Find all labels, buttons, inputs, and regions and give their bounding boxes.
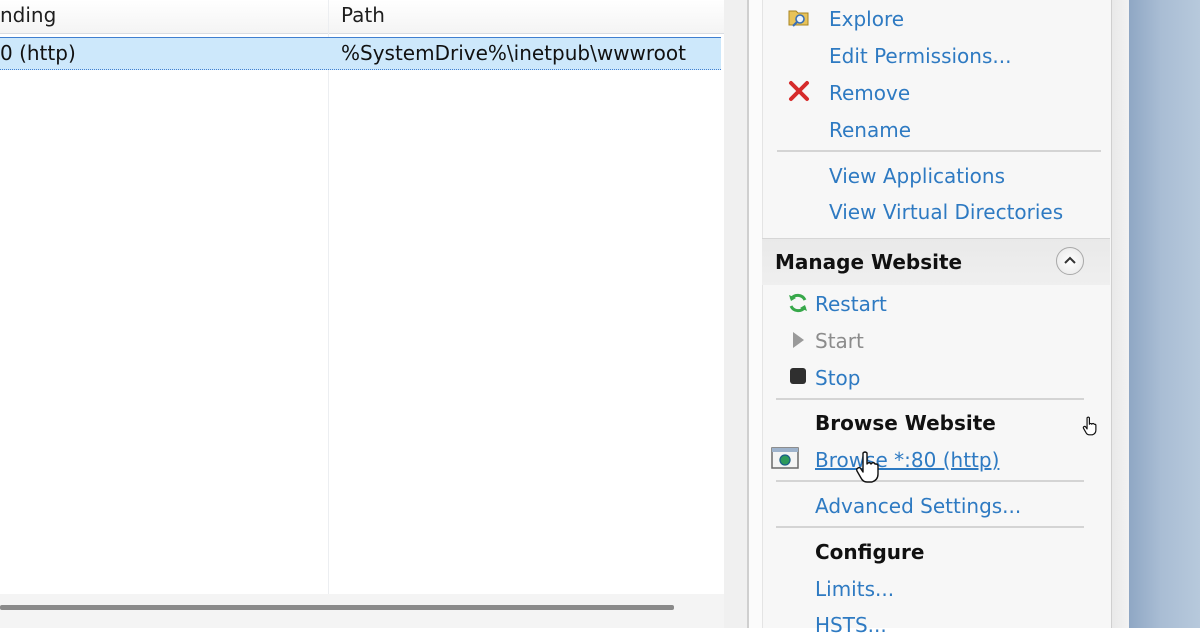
actions-divider bbox=[776, 480, 1084, 482]
advanced-settings-action[interactable]: Advanced Settings... bbox=[815, 493, 1021, 519]
red-x-icon bbox=[789, 81, 809, 101]
column-header-path[interactable]: Path bbox=[341, 0, 385, 33]
actions-divider bbox=[776, 526, 1084, 528]
stop-action[interactable]: Stop bbox=[815, 365, 860, 391]
table-row-selected[interactable]: 0 (http) %SystemDrive%\inetpub\wwwroot bbox=[0, 37, 721, 70]
actions-divider bbox=[777, 150, 1101, 152]
window-border bbox=[1111, 0, 1130, 628]
splitter[interactable] bbox=[724, 0, 748, 628]
collapse-button[interactable] bbox=[1056, 247, 1084, 275]
remove-action[interactable]: Remove bbox=[829, 80, 910, 106]
cell-path: %SystemDrive%\inetpub\wwwroot bbox=[341, 41, 686, 65]
view-virtual-directories-action[interactable]: View Virtual Directories bbox=[829, 199, 1063, 225]
stop-icon bbox=[790, 368, 806, 384]
browser-window-icon bbox=[771, 447, 799, 469]
restart-action[interactable]: Restart bbox=[815, 291, 887, 317]
sites-list-view: nding Path 0 (http) %SystemDrive%\inetpu… bbox=[0, 0, 724, 628]
hand-cursor-small-icon bbox=[1082, 416, 1097, 436]
cell-binding: 0 (http) bbox=[0, 41, 76, 65]
hsts-action[interactable]: HSTS... bbox=[815, 612, 887, 638]
actions-pane: Explore Edit Permissions... Remove Renam… bbox=[749, 0, 1111, 637]
actions-divider bbox=[776, 398, 1084, 400]
column-divider[interactable] bbox=[328, 0, 329, 628]
folder-explore-icon bbox=[788, 10, 809, 27]
column-header-binding[interactable]: nding bbox=[0, 0, 56, 33]
section-title: Manage Website bbox=[775, 250, 963, 274]
manage-website-header[interactable]: Manage Website bbox=[762, 238, 1110, 285]
edit-permissions-action[interactable]: Edit Permissions... bbox=[829, 43, 1011, 69]
chevron-up-icon bbox=[1064, 256, 1076, 264]
start-action: Start bbox=[815, 329, 864, 353]
configure-heading: Configure bbox=[815, 540, 925, 564]
restart-icon bbox=[789, 293, 807, 313]
limits-action[interactable]: Limits... bbox=[815, 576, 894, 602]
list-header: nding Path bbox=[0, 0, 724, 34]
start-icon bbox=[793, 332, 804, 348]
hand-cursor-icon bbox=[855, 451, 879, 483]
explore-action[interactable]: Explore bbox=[829, 6, 904, 32]
browse-website-heading: Browse Website bbox=[815, 411, 996, 435]
browse-port-80-link[interactable]: Browse *:80 (http) bbox=[815, 447, 999, 473]
horizontal-scrollbar[interactable] bbox=[0, 594, 724, 628]
desktop-background bbox=[1129, 0, 1200, 628]
view-applications-action[interactable]: View Applications bbox=[829, 163, 1005, 189]
scrollbar-thumb[interactable] bbox=[0, 605, 674, 610]
rename-action[interactable]: Rename bbox=[829, 117, 911, 143]
